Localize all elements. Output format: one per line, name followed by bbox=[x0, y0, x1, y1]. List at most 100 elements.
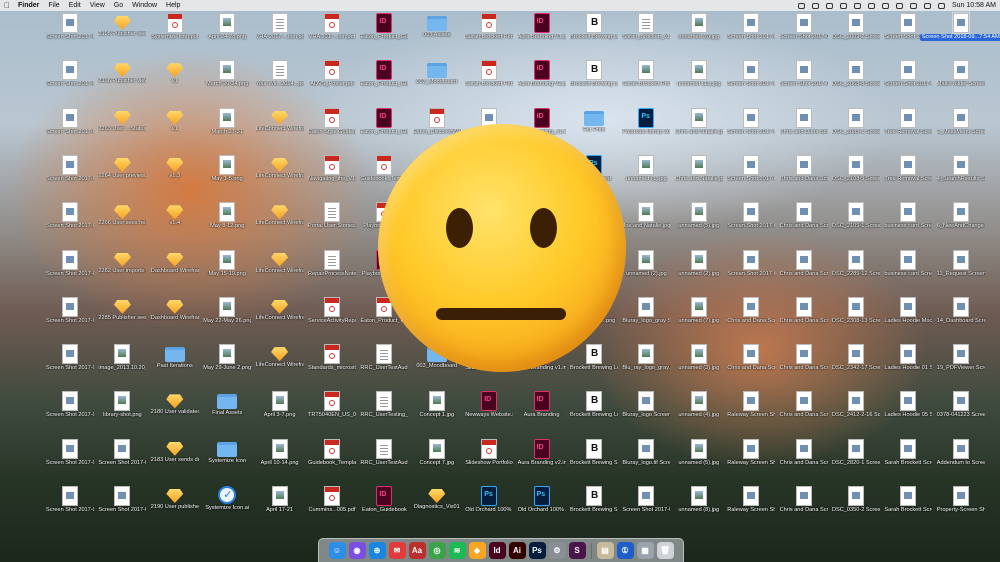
photoshop-icon[interactable]: Ps bbox=[528, 542, 546, 559]
desktop-file-item[interactable]: Sarah Brockett Screen Shot bbox=[884, 484, 932, 528]
desktop-file-item[interactable]: business card Screen Shot bbox=[884, 200, 932, 244]
dictionary-icon[interactable]: Aa bbox=[408, 542, 426, 559]
desktop-file-item[interactable]: 2180 User validates content bbox=[151, 389, 199, 433]
desktop-file-item[interactable]: Sarah Brockett Screen Shot bbox=[884, 437, 932, 481]
desktop-file-item[interactable]: Blu_ray_logo_gray.tif bbox=[622, 342, 670, 386]
sketch-icon[interactable]: ◆ bbox=[468, 542, 486, 559]
desktop-file-item[interactable]: Eaton_Product_Guidebook_...indd bbox=[360, 58, 408, 102]
desktop-file-item[interactable]: Brockett Brewing Logo_Black.ai bbox=[570, 342, 618, 386]
system-preferences-icon[interactable]: ⚙ bbox=[548, 542, 566, 559]
desktop-file-item[interactable]: DSC_2289-12 Screen Shot bbox=[832, 248, 880, 292]
desktop-file-item[interactable]: Raleway Screen Shot bbox=[727, 484, 775, 528]
creative-cloud-icon[interactable] bbox=[826, 2, 834, 9]
timemachine-icon[interactable] bbox=[840, 2, 848, 9]
desktop-file-item[interactable]: Standards_microsites_0813091.pdf bbox=[308, 342, 356, 386]
slack-icon[interactable]: S bbox=[568, 542, 586, 559]
menu-go[interactable]: Go bbox=[114, 2, 123, 9]
desktop-file-item[interactable]: Chris and Dana Screen Shot bbox=[727, 342, 775, 386]
desktop-file-item[interactable]: Bluray_logo Screen Shot bbox=[622, 389, 670, 433]
spotify-icon[interactable]: ≋ bbox=[448, 542, 466, 559]
desktop-file-item[interactable]: DSC_2412-2-16 Screen Shot bbox=[832, 389, 880, 433]
desktop-file-item[interactable]: Aura Branding V2.psd bbox=[518, 58, 566, 102]
desktop-file-item[interactable]: unnamed (11).jpg bbox=[675, 58, 723, 102]
desktop-file-item[interactable]: unnamed (2).jpg bbox=[622, 248, 670, 292]
photo-stack-icon[interactable]: ▦ bbox=[636, 542, 654, 559]
desktop-file-item[interactable]: Chris and Dana Screen Shot bbox=[780, 437, 828, 481]
desktop-file-item[interactable]: Addendum to Screen Shot bbox=[937, 437, 985, 481]
desktop-file-item[interactable]: Guidebook_Template_FINAL.pdf bbox=[308, 437, 356, 481]
desktop-file-item[interactable]: Chris and Dana Screen Shot bbox=[780, 295, 828, 339]
desktop-file-item[interactable]: Polaroids library 2016.psd bbox=[622, 106, 670, 150]
desktop-file-item[interactable]: For Print bbox=[570, 106, 618, 150]
desktop-file-item[interactable]: Chris and Dana Screen Shot bbox=[780, 342, 828, 386]
desktop-file-item[interactable]: ServiceActivityReport.pdf bbox=[308, 295, 356, 339]
desktop-file-item[interactable]: Tree Removal Screen Shot bbox=[884, 106, 932, 150]
desktop-file-item[interactable]: May 29-June 2.png bbox=[203, 342, 251, 386]
desktop-file-item[interactable]: Raleway Screen Shot bbox=[727, 389, 775, 433]
dropbox-icon[interactable] bbox=[812, 2, 820, 9]
desktop-file-item[interactable]: 19_PDFViewer Screen Shot bbox=[937, 342, 985, 386]
desktop-file-item[interactable]: Screen Shot 2017-09...7 PM (2) bbox=[46, 484, 94, 528]
menu-window[interactable]: Window bbox=[132, 2, 157, 9]
desktop-file-item[interactable]: April 17-21 bbox=[256, 484, 304, 528]
desktop-file-item[interactable]: Screen Shot 2017-09...8 AM (2) bbox=[780, 58, 828, 102]
desktop-file-item[interactable]: Chris and Natalie.jpg bbox=[675, 106, 723, 150]
desktop-file-item[interactable]: Chris and Dana Screen Shot bbox=[780, 153, 828, 197]
desktop-file-item[interactable]: May 8-12.png bbox=[203, 200, 251, 244]
desktop-file-item[interactable]: Screen Shot 2017-09...8 AM (2) bbox=[622, 484, 670, 528]
desktop-file-item[interactable]: RRC_UserTestAudio_7.30.16 bbox=[360, 342, 408, 386]
desktop-file-item[interactable]: unnamed (5).jpg bbox=[675, 437, 723, 481]
desktop-file-item[interactable]: 11_Request Screen Shot bbox=[937, 248, 985, 292]
desktop-file-item[interactable]: Aura Branding bbox=[518, 389, 566, 433]
desktop-file-item[interactable]: LifeConnect Wirefra...oom Tabs bbox=[256, 106, 304, 150]
desktop-file-item[interactable]: Screen Shot 2017-08...7 PM (2) bbox=[46, 58, 94, 102]
airplay-icon[interactable] bbox=[854, 2, 862, 9]
desktop-file-item[interactable]: DSC_2085-1 Screen Shot bbox=[832, 106, 880, 150]
menu-help[interactable]: Help bbox=[166, 2, 180, 9]
volume-icon[interactable] bbox=[882, 2, 890, 9]
desktop-file-item[interactable]: Screen Shot 2017-09...7 PM (2) bbox=[98, 437, 146, 481]
siri-icon[interactable]: ◉ bbox=[348, 542, 366, 559]
desktop-file-item[interactable]: LifeConnect Wirefra...abs Tabs bbox=[256, 153, 304, 197]
desktop-file-item[interactable]: Screen Shot 2017-09...5 PM (2) bbox=[46, 295, 94, 339]
desktop-file-item[interactable]: Raleway Screen Shot bbox=[727, 437, 775, 481]
desktop-file-item[interactable]: Screen Shot 2017-09...8 AM (2) bbox=[884, 11, 932, 55]
desktop-file-item[interactable]: LifeConnect Wirefra...ic Tabs_v5 bbox=[256, 342, 304, 386]
desktop-file-item[interactable]: 2282 User imports content bbox=[98, 248, 146, 292]
desktop-file-item[interactable]: Screen Shot 2017-08...9 PM (2) bbox=[46, 248, 94, 292]
desktop-file-item[interactable]: Screen Shot 2017-09...7 PM (2) bbox=[46, 342, 94, 386]
desktop-file-item[interactable]: Screen Shot 2017-09...8 AM (2) bbox=[780, 11, 828, 55]
desktop-file-item[interactable]: Bluray_logo_gray Screen Shot bbox=[622, 295, 670, 339]
desktop-file-item[interactable]: Eaton Style Guide.pdf bbox=[308, 106, 356, 150]
desktop-file-item[interactable]: Newways Website.indd bbox=[465, 389, 513, 433]
illustrator-icon[interactable]: Ai bbox=[508, 542, 526, 559]
desktop-file-item[interactable]: Dashboard Wireframes_v1 bbox=[151, 248, 199, 292]
desktop-file-item[interactable]: 0378-041223 Screen Shot bbox=[937, 389, 985, 433]
desktop-file-item[interactable]: Portal User Stories.xlsx bbox=[308, 200, 356, 244]
desktop-file-item[interactable]: image_2013.10.20_12-16-13_pm.png bbox=[98, 342, 146, 386]
desktop-file-item[interactable]: Diagnostics_Vis01 bbox=[413, 484, 461, 528]
finder-icon[interactable]: ☺ bbox=[328, 542, 346, 559]
desktop-file-item[interactable]: 2196 Publisher views wi...f funded bbox=[98, 58, 146, 102]
desktop-file-item[interactable]: 2_MassMenu Screen Shot bbox=[937, 106, 985, 150]
desktop-file-item[interactable]: Final Assets bbox=[203, 389, 251, 433]
desktop-file-item[interactable]: Property-Screen Shot bbox=[937, 484, 985, 528]
desktop-file-item[interactable]: 4_SearchResults Screen Shot bbox=[937, 153, 985, 197]
desktop-file-item[interactable]: Old Orchard 100% Juice.psd bbox=[465, 484, 513, 528]
desktop-file-item[interactable]: March 20-24.png bbox=[203, 58, 251, 102]
desktop-file-item[interactable]: DSC_2108-9 Screen Shot bbox=[832, 153, 880, 197]
desktop-file-item[interactable]: 003_Moodboard bbox=[413, 58, 461, 102]
desktop-file-item[interactable]: Navigating_the_V1 Website...ubes.pdf bbox=[308, 153, 356, 197]
desktop-file-item[interactable]: Bluray_logo.tif Screen Shot bbox=[622, 437, 670, 481]
desktop-file-item[interactable]: May 1-5.png bbox=[203, 153, 251, 197]
desktop-file-item[interactable]: unnamed (5).jpg bbox=[675, 200, 723, 244]
desktop-file-item[interactable]: Ladies Hoodie 05 Screen Shot bbox=[884, 389, 932, 433]
desktop-file-item[interactable]: Brockett Brewing Logo.ai bbox=[570, 389, 618, 433]
desktop-file-item[interactable]: Brockett Brewing Simple L...01.png bbox=[570, 437, 618, 481]
desktop-file-item[interactable]: Sarah Brockett Photo bbox=[622, 58, 670, 102]
desktop-file-item[interactable]: unnamed (4).jpg bbox=[675, 389, 723, 433]
desktop-file-item[interactable]: v1.3 bbox=[151, 153, 199, 197]
desktop-file-item[interactable]: Ladies Hoodie Mockup Screen Shot bbox=[884, 295, 932, 339]
desktop-file-item[interactable]: unnamed (1).jpg bbox=[622, 153, 670, 197]
desktop-file-item[interactable]: Screen Shot 2017-09...7 PM (2) bbox=[46, 389, 94, 433]
